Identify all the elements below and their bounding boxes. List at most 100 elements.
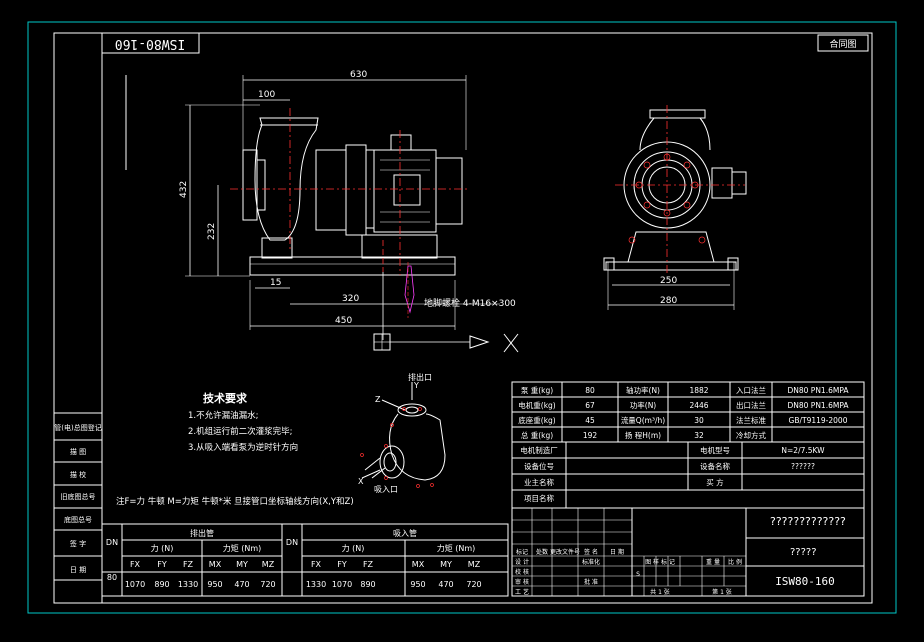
force-label: 力 (N) <box>151 543 174 553</box>
spec-cell: 电机重(kg) <box>518 400 556 410</box>
left-col-5: 签 字 <box>70 539 86 548</box>
suction-value: 1330 <box>306 580 326 589</box>
discharge-value: 470 <box>234 580 249 589</box>
title-block-label: 比 例 <box>728 558 742 566</box>
motor-cell: N=2/7.5KW <box>781 446 825 455</box>
discharge-value: 720 <box>260 580 275 589</box>
spec-cell: 轴功率(N) <box>626 385 660 395</box>
motor-cell: 设备位号 <box>524 461 554 471</box>
left-col-2: 描 校 <box>70 470 86 479</box>
dim-base-inner: 320 <box>342 294 359 304</box>
drawing-subname: ????? <box>790 547 817 558</box>
spec-cell: 192 <box>583 431 598 440</box>
suction-col-my: MY <box>440 560 452 569</box>
tech-heading: 技术要求 <box>203 391 248 405</box>
spec-cell: 法兰标准 <box>736 415 766 425</box>
discharge-col-fz: FZ <box>183 560 194 569</box>
left-col-1: 描 图 <box>70 447 86 456</box>
suction-col-fz: FZ <box>363 560 374 569</box>
force-note: 注F=力 牛顿 M=力矩 牛顿*米 旦接管口坐标轴线方向(X,Y和Z) <box>116 496 354 507</box>
tech-item-3: 3.从吸入端看泵为逆时针方向 <box>188 442 298 453</box>
suction-col-mz: MZ <box>468 560 481 569</box>
spec-cell: 45 <box>585 416 595 425</box>
suction-col-fx: FX <box>311 560 322 569</box>
dn-label: DN <box>106 538 118 547</box>
spec-cell: 80 <box>585 386 595 395</box>
title-block-label: 工 艺 <box>515 588 529 596</box>
axis-x: X <box>358 477 364 486</box>
suction-col-mx: MX <box>412 560 425 569</box>
spec-cell: 扬 程H(m) <box>625 430 661 440</box>
spec-cell: 功率(N) <box>630 400 657 410</box>
spec-cell: 冷却方式 <box>736 430 766 440</box>
spec-cell: 2446 <box>689 401 708 410</box>
spec-cell: 出口法兰 <box>736 400 766 410</box>
spec-cell: GB/T9119-2000 <box>789 416 848 425</box>
spec-cell: DN80 PN1.6MPA <box>787 401 849 410</box>
motor-cell: 业主名称 <box>524 477 554 487</box>
motor-cell: 设备名称 <box>700 461 730 471</box>
dim-center: 232 <box>207 223 217 240</box>
suction-value: 470 <box>438 580 453 589</box>
drawing-code: ISW80-160 <box>775 575 835 588</box>
front-view: 630 100 432 232 15 320 450 地脚螺栓 4-M16×30… <box>179 70 518 352</box>
drawing-canvas: ISW80-160 合同图 630 100 432 232 15 320 450… <box>0 0 924 642</box>
spec-cell: 32 <box>694 431 704 440</box>
suction-col-fy: FY <box>337 560 347 569</box>
dim-flange: 100 <box>258 90 275 100</box>
spec-cell: 67 <box>585 401 595 410</box>
spec-cell: 泵 重(kg) <box>521 386 553 395</box>
dn-value: 80 <box>107 573 117 582</box>
discharge-value: 950 <box>207 580 222 589</box>
discharge-col-mz: MZ <box>262 560 275 569</box>
title-block-label: 设 计 <box>515 558 529 566</box>
motor-cell: 项目名称 <box>524 493 554 503</box>
discharge-value: 1070 <box>125 580 145 589</box>
suction-label: 吸入管 <box>393 528 417 538</box>
title-block-label: 处数 <box>536 548 548 556</box>
left-column: 管(电)总图登记 描 图 描 校 旧底图总号 底图总号 签 字 日 期 <box>54 413 102 603</box>
drawing-name: ????????????? <box>770 515 846 528</box>
spec-cell: 流量Q(m³/h) <box>621 415 665 425</box>
title-box-text: ISW80-160 <box>115 36 185 51</box>
dim-foot: 15 <box>270 278 281 288</box>
dim-base-outer: 450 <box>335 316 352 326</box>
title-block-label: 校 核 <box>515 568 529 576</box>
dim-side-inner: 250 <box>660 276 677 286</box>
axis-inlet: 吸入口 <box>374 485 398 494</box>
tech-item-1: 1.不允许漏油漏水; <box>188 410 258 421</box>
inner-frame <box>54 33 872 603</box>
discharge-col-fy: FY <box>157 560 167 569</box>
dim-overall: 630 <box>350 70 367 80</box>
title-block-label: 标记 <box>516 548 528 556</box>
left-col-0: 管(电)总图登记 <box>54 423 101 432</box>
title-block-label: 共 1 张 <box>650 588 670 596</box>
motor-cell: 电机型号 <box>700 445 730 455</box>
discharge-col-mx: MX <box>209 560 222 569</box>
suction-value: 1070 <box>332 580 352 589</box>
discharge-col-fx: FX <box>130 560 141 569</box>
title-block-label: 更改文件号 <box>550 548 580 556</box>
discharge-col-my: MY <box>236 560 248 569</box>
discharge-label: 排出管 <box>190 528 214 538</box>
spec-cell: 底座重(kg) <box>518 415 556 425</box>
title-block-label: 日 期 <box>610 548 624 556</box>
spec-cell: 1882 <box>689 386 708 395</box>
axis-outlet: 排出口 <box>408 372 432 382</box>
spec-cell: 30 <box>694 416 704 425</box>
discharge-value: 1330 <box>178 580 198 589</box>
anchor-label: 地脚螺栓 4-M16×300 <box>424 297 516 309</box>
moment-label-2: 力矩 (Nm) <box>437 543 476 553</box>
side-view: 250 280 <box>604 105 746 310</box>
suction-value: 950 <box>410 580 425 589</box>
isometric-view: 排出口 Y Z X 吸入口 <box>358 372 445 494</box>
axis-z: Z <box>375 395 381 404</box>
tech-item-2: 2.机组运行前二次灌浆完毕; <box>188 426 292 437</box>
title-block-label: 图 样 标 记 <box>645 558 675 566</box>
title-block-label: 签 名 <box>584 548 598 556</box>
title-block-label: 重 量 <box>706 558 720 566</box>
title-block-label: 审 核 <box>515 578 529 586</box>
dn-label-2: DN <box>286 538 298 547</box>
motor-cell: ?????? <box>791 462 815 471</box>
left-col-4: 底图总号 <box>64 515 92 524</box>
